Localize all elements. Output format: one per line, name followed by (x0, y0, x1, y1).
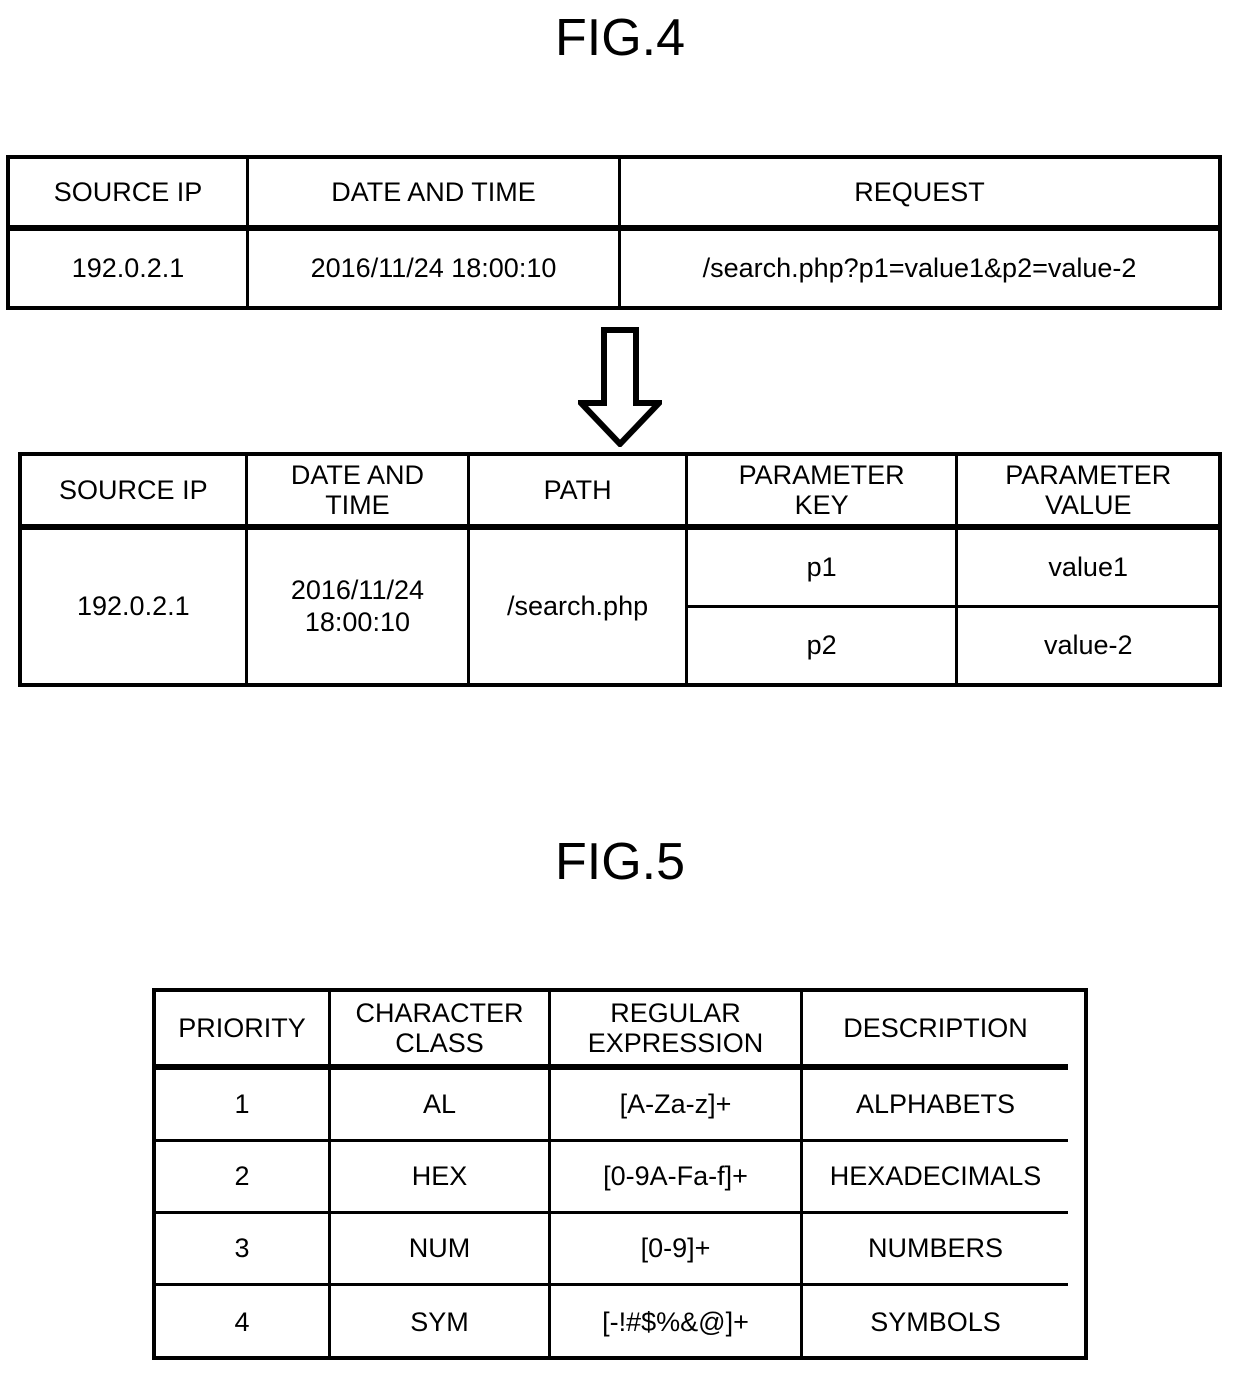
cell-description: HEXADECIMALS (803, 1142, 1068, 1214)
fig5-title: FIG.5 (554, 833, 686, 891)
column-header-description: DESCRIPTION (803, 992, 1068, 1070)
column-parameter-key: PARAMETER KEY p1 p2 (687, 456, 959, 683)
column-header-regular-expression: REGULAR EXPRESSION (551, 992, 803, 1070)
cell-parameter-value-1: value1 (958, 530, 1218, 608)
cell-parameter-key-1: p1 (687, 530, 956, 608)
column-header-source-ip: SOURCE IP (10, 159, 249, 231)
table-row: 4 SYM [-!#$%&@]+ SYMBOLS (156, 1286, 1084, 1358)
column-parameter-value: PARAMETER VALUE value1 value-2 (958, 456, 1218, 683)
table-row: 3 NUM [0-9]+ NUMBERS (156, 1214, 1084, 1286)
column-header-path: PATH (470, 456, 685, 530)
cell-source-ip: 192.0.2.1 (77, 590, 190, 621)
cell-priority: 4 (156, 1286, 331, 1358)
column-path: PATH /search.php (470, 456, 688, 683)
column-header-character-class: CHARACTER CLASS (331, 992, 551, 1070)
cell-regular-expression: [0-9]+ (551, 1214, 803, 1286)
cell-date-and-time: 2016/11/24 18:00:10 (249, 231, 621, 306)
cell-character-class: SYM (331, 1286, 551, 1358)
column-header-parameter-key: PARAMETER KEY (687, 456, 956, 530)
column-date-and-time: DATE AND TIME 2016/11/24 18:00:10 (247, 456, 471, 683)
cell-parameter-value-2: value-2 (1043, 629, 1133, 660)
column-header-date-and-time: DATE AND TIME (249, 159, 621, 231)
column-header-parameter-value: PARAMETER VALUE (958, 456, 1218, 530)
cell-date-and-time: 2016/11/24 18:00:10 (290, 575, 424, 637)
cell-request: /search.php?p1=value1&p2=value-2 (702, 253, 1137, 284)
table-row: 2 HEX [0-9A-Fa-f]+ HEXADECIMALS (156, 1142, 1084, 1214)
column-header-request: REQUEST (621, 159, 1218, 231)
down-block-arrow-icon (574, 327, 666, 449)
table-header-row: SOURCE IP DATE AND TIME REQUEST (10, 159, 1218, 231)
cell-priority: 1 (156, 1070, 331, 1142)
cell-description: ALPHABETS (803, 1070, 1068, 1142)
cell-priority: 2 (156, 1142, 331, 1214)
cell-character-class: HEX (331, 1142, 551, 1214)
fig4-log-table-before: SOURCE IP DATE AND TIME REQUEST 192.0.2.… (6, 155, 1222, 310)
column-header-source-ip: SOURCE IP (22, 456, 245, 530)
cell-character-class: AL (331, 1070, 551, 1142)
cell-parameter-key-2: p2 (806, 629, 837, 660)
table-header-row: PRIORITY CHARACTER CLASS REGULAR EXPRESS… (156, 992, 1084, 1070)
cell-regular-expression: [A-Za-z]+ (551, 1070, 803, 1142)
cell-priority: 3 (156, 1214, 331, 1286)
cell-regular-expression: [-!#$%&@]+ (551, 1286, 803, 1358)
cell-regular-expression: [0-9A-Fa-f]+ (551, 1142, 803, 1214)
fig4-title: FIG.4 (554, 9, 686, 67)
fig5-character-class-table: PRIORITY CHARACTER CLASS REGULAR EXPRESS… (152, 988, 1088, 1360)
column-header-priority: PRIORITY (156, 992, 331, 1070)
cell-path: /search.php (507, 590, 649, 621)
column-header-date-and-time: DATE AND TIME (247, 456, 468, 530)
table-row: 1 AL [A-Za-z]+ ALPHABETS (156, 1070, 1084, 1142)
cell-source-ip: 192.0.2.1 (10, 231, 249, 306)
cell-description: SYMBOLS (870, 1306, 1001, 1337)
column-source-ip: SOURCE IP 192.0.2.1 (22, 456, 248, 683)
cell-description: NUMBERS (803, 1214, 1068, 1286)
cell-character-class: NUM (331, 1214, 551, 1286)
fig4-log-table-after: SOURCE IP 192.0.2.1 DATE AND TIME 2016/1… (18, 452, 1222, 687)
table-row: 192.0.2.1 2016/11/24 18:00:10 /search.ph… (10, 231, 1218, 306)
